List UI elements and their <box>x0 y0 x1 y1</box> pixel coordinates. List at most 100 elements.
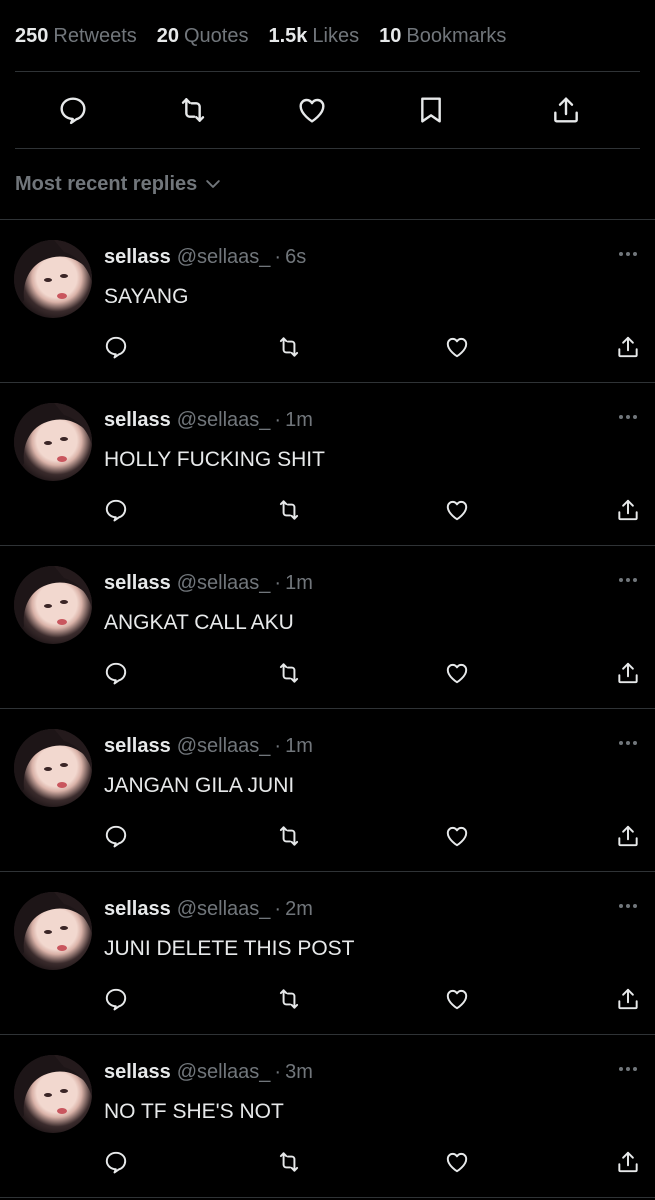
avatar-image <box>14 1055 92 1133</box>
like-button[interactable] <box>440 330 474 364</box>
reply-icon <box>105 988 127 1011</box>
retweet-button[interactable] <box>272 330 306 364</box>
reply-item[interactable]: sellass @sellaas_ · 3m NO TF SHE'S NOT <box>0 1035 655 1198</box>
reply-button[interactable] <box>99 330 133 364</box>
reply-text: HOLLY FUCKING SHIT <box>104 448 325 471</box>
share-button[interactable] <box>611 493 645 527</box>
divider <box>0 1197 655 1198</box>
reply-button[interactable] <box>51 88 95 132</box>
avatar[interactable] <box>14 729 92 807</box>
retweet-button[interactable] <box>272 819 306 853</box>
retweet-button[interactable] <box>171 88 215 132</box>
share-button[interactable] <box>544 88 588 132</box>
display-name[interactable]: sellass <box>104 409 171 431</box>
timestamp[interactable]: 1m <box>285 735 313 757</box>
separator-dot: · <box>274 246 282 268</box>
avatar[interactable] <box>14 240 92 318</box>
timestamp[interactable]: 6s <box>285 246 306 268</box>
reply-item[interactable]: sellass @sellaas_ · 2m JUNI DELETE THIS POS… <box>0 872 655 1035</box>
share-icon <box>618 988 638 1010</box>
likes-stat[interactable]: 1.5k Likes <box>268 25 359 48</box>
like-icon <box>446 989 468 1010</box>
bookmarks-stat[interactable]: 10 Bookmarks <box>379 25 506 48</box>
like-icon <box>299 98 325 123</box>
share-icon <box>618 499 638 521</box>
display-name[interactable]: sellass <box>104 246 171 268</box>
reply-item[interactable]: sellass @sellaas_ · 1m JANGAN GILA JUNI <box>0 709 655 872</box>
reply-button[interactable] <box>99 493 133 527</box>
more-options-button[interactable] <box>615 1059 641 1079</box>
retweet-button[interactable] <box>272 656 306 690</box>
more-options-button[interactable] <box>615 244 641 264</box>
like-icon <box>446 663 468 684</box>
timestamp[interactable]: 1m <box>285 572 313 594</box>
divider <box>15 71 640 72</box>
reply-text: NO TF SHE'S NOT <box>104 1100 284 1123</box>
share-button[interactable] <box>611 819 645 853</box>
display-name[interactable]: sellass <box>104 898 171 920</box>
more-icon <box>619 578 637 582</box>
user-handle: @sellaas_ <box>176 735 271 757</box>
share-button[interactable] <box>611 330 645 364</box>
reply-icon <box>105 1151 127 1174</box>
reply-text: JUNI DELETE THIS POST <box>104 937 355 960</box>
display-name[interactable]: sellass <box>104 572 171 594</box>
more-options-button[interactable] <box>615 570 641 590</box>
reply-icon <box>105 662 127 685</box>
separator-dot: · <box>274 1061 282 1083</box>
like-button[interactable] <box>440 656 474 690</box>
avatar[interactable] <box>14 403 92 481</box>
like-icon <box>446 500 468 521</box>
share-button[interactable] <box>611 982 645 1016</box>
timestamp[interactable]: 1m <box>285 409 313 431</box>
avatar[interactable] <box>14 566 92 644</box>
like-button[interactable] <box>440 982 474 1016</box>
display-name[interactable]: sellass <box>104 1061 171 1083</box>
like-icon <box>446 826 468 847</box>
like-icon <box>446 337 468 358</box>
separator-dot: · <box>274 898 282 920</box>
more-options-button[interactable] <box>615 407 641 427</box>
separator-dot: · <box>274 735 282 757</box>
more-icon <box>619 415 637 419</box>
reply-button[interactable] <box>99 982 133 1016</box>
like-button[interactable] <box>440 1145 474 1179</box>
separator-dot: · <box>274 572 282 594</box>
like-button[interactable] <box>290 88 334 132</box>
share-button[interactable] <box>611 1145 645 1179</box>
reply-icon <box>105 499 127 522</box>
more-options-button[interactable] <box>615 896 641 916</box>
more-icon <box>619 1067 637 1071</box>
reply-button[interactable] <box>99 819 133 853</box>
reply-item[interactable]: sellass @sellaas_ · 1m ANGKAT CALL AKU <box>0 546 655 709</box>
avatar[interactable] <box>14 892 92 970</box>
like-button[interactable] <box>440 819 474 853</box>
avatar[interactable] <box>14 1055 92 1133</box>
user-handle: @sellaas_ <box>176 1061 271 1083</box>
share-icon <box>618 336 638 358</box>
reply-button[interactable] <box>99 1145 133 1179</box>
tweet-action-bar <box>0 88 655 132</box>
user-handle: @sellaas_ <box>176 898 271 920</box>
reply-sort-dropdown[interactable]: Most recent replies <box>15 170 223 198</box>
bookmark-button[interactable] <box>409 88 453 132</box>
retweet-icon <box>279 1152 299 1172</box>
retweet-button[interactable] <box>272 1145 306 1179</box>
retweet-button[interactable] <box>272 493 306 527</box>
retweet-button[interactable] <box>272 982 306 1016</box>
retweets-stat[interactable]: 250 Retweets <box>15 25 137 48</box>
reply-item[interactable]: sellass @sellaas_ · 6s SAYANG <box>0 220 655 383</box>
display-name[interactable]: sellass <box>104 735 171 757</box>
reply-button[interactable] <box>99 656 133 690</box>
user-handle: @sellaas_ <box>176 572 271 594</box>
timestamp[interactable]: 3m <box>285 1061 313 1083</box>
timestamp[interactable]: 2m <box>285 898 313 920</box>
more-options-button[interactable] <box>615 733 641 753</box>
like-button[interactable] <box>440 493 474 527</box>
share-button[interactable] <box>611 656 645 690</box>
more-icon <box>619 904 637 908</box>
separator-dot: · <box>274 409 282 431</box>
reply-author-line: sellass @sellaas_ · 6s <box>104 246 306 269</box>
quotes-stat[interactable]: 20 Quotes <box>157 25 249 48</box>
reply-item[interactable]: sellass @sellaas_ · 1m HOLLY FUCKING SHIT <box>0 383 655 546</box>
